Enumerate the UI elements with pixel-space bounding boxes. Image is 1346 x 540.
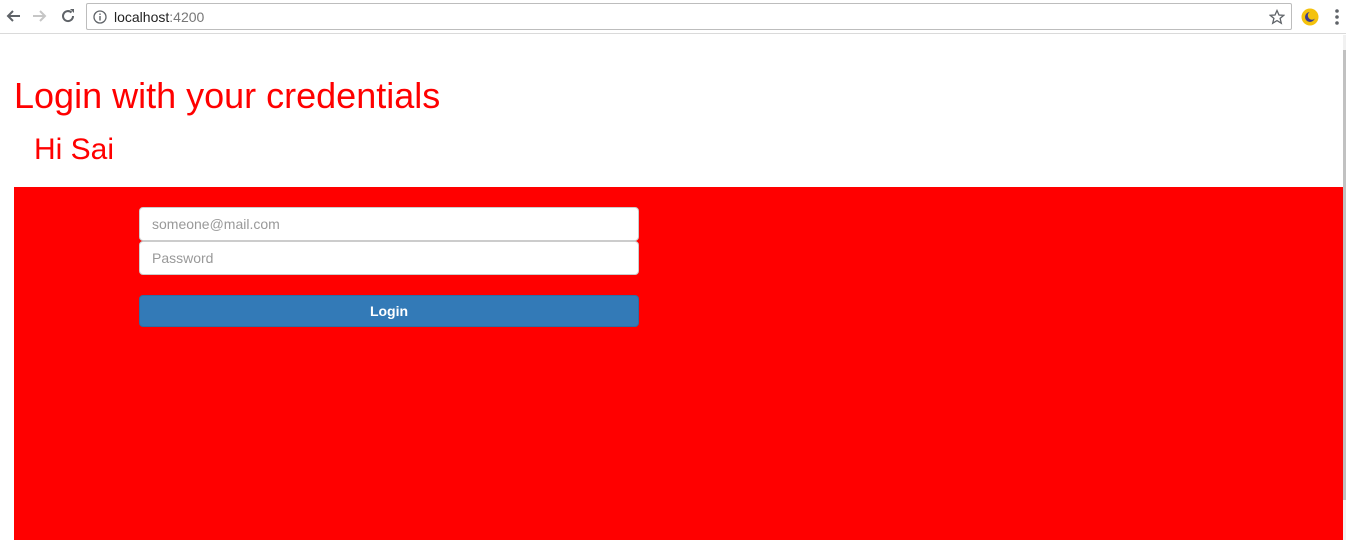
info-icon[interactable]	[93, 10, 107, 24]
bookmark-star-icon[interactable]	[1269, 9, 1285, 25]
browser-toolbar: localhost:4200	[0, 0, 1346, 34]
page-content: Login with your credentials Hi Sai Login	[0, 35, 1346, 540]
kebab-menu-icon[interactable]	[1334, 8, 1340, 26]
url-port: :4200	[169, 9, 205, 25]
back-arrow-icon[interactable]	[2, 5, 24, 27]
reload-icon[interactable]	[57, 5, 79, 27]
login-button[interactable]: Login	[139, 295, 639, 327]
login-panel: Login	[14, 187, 1343, 540]
url-text: localhost:4200	[114, 9, 204, 25]
url-host: localhost	[114, 9, 170, 25]
greeting-text: Hi Sai	[34, 133, 115, 166]
page-title: Login with your credentials	[14, 75, 441, 116]
password-field[interactable]	[139, 241, 639, 275]
forward-arrow-icon[interactable]	[29, 5, 51, 27]
email-field[interactable]	[139, 207, 639, 241]
address-bar[interactable]: localhost:4200	[86, 3, 1292, 30]
extension-icon[interactable]	[1300, 7, 1320, 27]
